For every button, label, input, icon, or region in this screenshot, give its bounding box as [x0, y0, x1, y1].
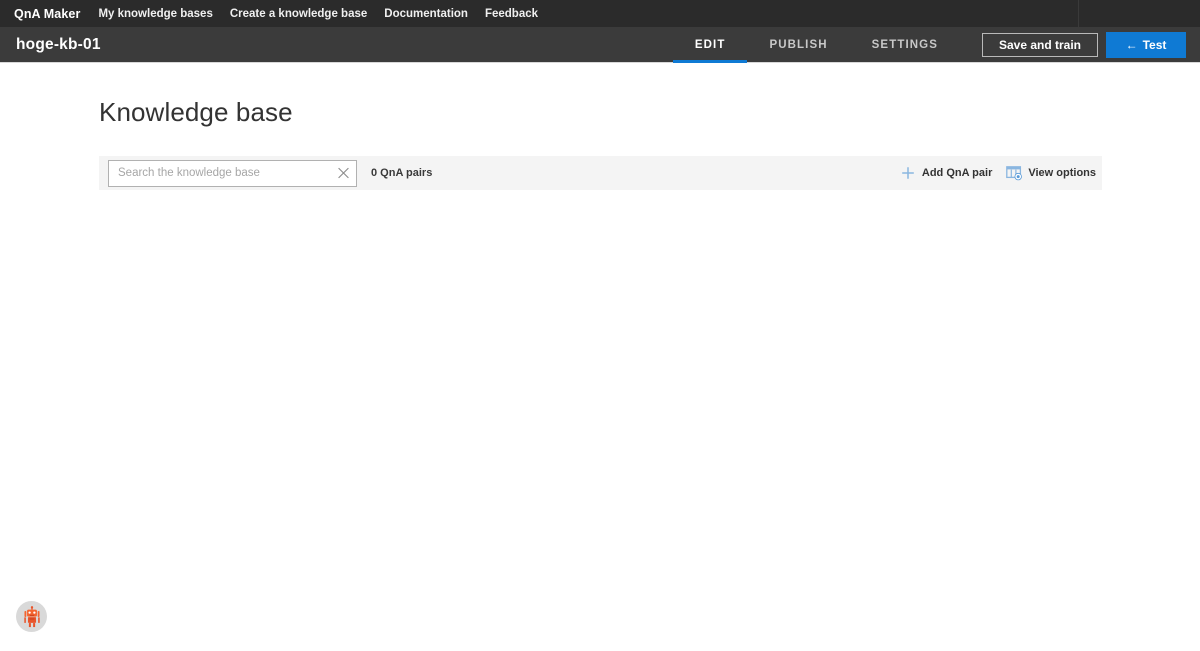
top-navigation-bar: QnA Maker My knowledge bases Create a kn…: [0, 0, 1200, 27]
robot-icon: [23, 605, 40, 627]
nav-divider: [1078, 0, 1079, 27]
save-and-train-label: Save and train: [998, 37, 1081, 52]
add-qna-pair-label: Add QnA pair: [921, 167, 993, 179]
nav-link-documentation[interactable]: Documentation: [384, 8, 468, 20]
plus-icon: [900, 165, 916, 181]
knowledge-base-header-bar: hoge-kb-01 EDIT PUBLISH SETTINGS Save an…: [0, 27, 1200, 63]
nav-link-feedback[interactable]: Feedback: [485, 8, 538, 20]
tab-settings-label: SETTINGS: [871, 38, 938, 51]
view-options-button[interactable]: View options: [1006, 165, 1096, 181]
search-field-wrapper: [108, 159, 357, 187]
page-content: Knowledge base 0 QnA pairs Add QnA pair: [0, 63, 1200, 190]
view-options-label: View options: [1028, 167, 1096, 179]
tab-publish[interactable]: PUBLISH: [747, 27, 849, 62]
test-label: Test: [1142, 37, 1167, 52]
add-qna-pair-button[interactable]: Add QnA pair: [900, 165, 992, 181]
chat-bot-avatar[interactable]: [16, 601, 47, 632]
tab-publish-label: PUBLISH: [769, 38, 828, 51]
tab-edit-label: EDIT: [694, 38, 726, 51]
save-and-train-button[interactable]: Save and train: [981, 32, 1098, 57]
knowledge-base-name: hoge-kb-01: [16, 35, 101, 53]
header-actions: EDIT PUBLISH SETTINGS Save and train ← T…: [672, 27, 1200, 63]
search-input[interactable]: [109, 160, 356, 186]
page-title: Knowledge base: [99, 97, 293, 127]
nav-link-create-a-knowledge-base[interactable]: Create a knowledge base: [230, 8, 367, 20]
toolbar-actions: Add QnA pair View options: [886, 165, 1096, 181]
arrow-left-icon: ←: [1125, 37, 1138, 52]
close-icon[interactable]: [336, 166, 351, 181]
tab-settings[interactable]: SETTINGS: [850, 27, 960, 62]
tab-edit[interactable]: EDIT: [672, 27, 748, 63]
test-button[interactable]: ← Test: [1106, 31, 1186, 58]
knowledge-base-toolbar: 0 QnA pairs Add QnA pair: [99, 156, 1102, 190]
nav-link-my-knowledge-bases[interactable]: My knowledge bases: [98, 8, 212, 20]
brand-logo[interactable]: QnA Maker: [14, 7, 80, 21]
qna-pairs-count: 0 QnA pairs: [371, 167, 433, 179]
table-settings-icon: [1006, 165, 1023, 181]
